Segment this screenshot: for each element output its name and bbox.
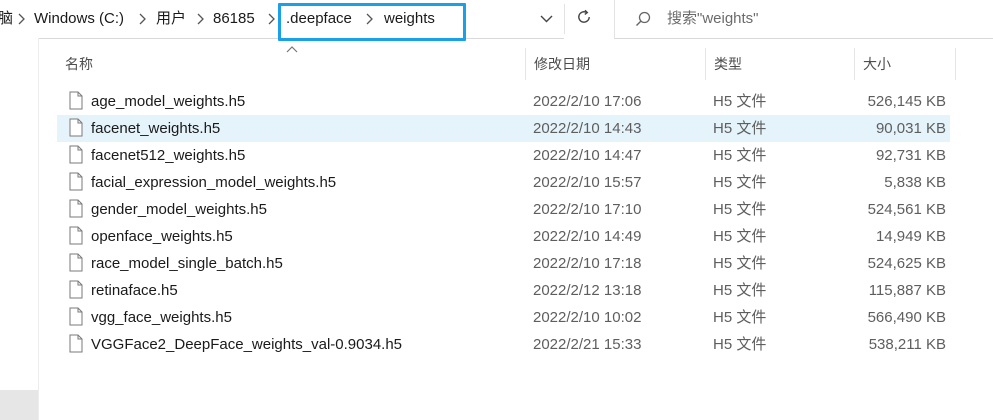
file-modified: 2022/2/12 13:18	[533, 282, 642, 299]
column-header-type[interactable]: 类型	[706, 48, 854, 80]
file-size: 538,211 KB	[868, 336, 946, 353]
chevron-right-icon[interactable]	[268, 0, 275, 38]
file-size: 14,949 KB	[875, 228, 946, 245]
file-type: H5 文件	[713, 174, 767, 191]
file-type: H5 文件	[713, 309, 767, 326]
file-size: 5,838 KB	[884, 174, 946, 191]
file-name: facenet512_weights.h5	[91, 147, 246, 164]
file-type: H5 文件	[713, 255, 767, 272]
breadcrumb-this-pc[interactable]: 脑	[0, 0, 13, 38]
file-row[interactable]: age_model_weights.h5 2022/2/10 17:06 H5 文件…	[57, 88, 950, 115]
file-icon	[69, 307, 83, 330]
file-modified: 2022/2/10 17:18	[533, 255, 642, 272]
file-row[interactable]: VGGFace2_DeepFace_weights_val-0.9034.h5 2…	[57, 331, 950, 358]
column-divider[interactable]	[955, 48, 956, 80]
search-icon	[635, 11, 651, 32]
file-name: race_model_single_batch.h5	[91, 255, 283, 272]
file-type: H5 文件	[713, 336, 767, 353]
file-type: H5 文件	[713, 120, 767, 137]
file-name: facenet_weights.h5	[91, 120, 221, 137]
file-size: 90,031 KB	[875, 120, 946, 137]
file-modified: 2022/2/21 15:33	[533, 336, 642, 353]
divider	[564, 4, 565, 34]
file-modified: 2022/2/10 15:57	[533, 174, 642, 191]
file-row[interactable]: facenet_weights.h5 2022/2/10 14:43 H5 文件 90…	[57, 115, 950, 142]
column-headers: 名称 修改日期 类型 大小	[40, 48, 993, 80]
file-size: 524,625 KB	[867, 255, 946, 272]
chevron-right-icon[interactable]	[18, 0, 25, 38]
file-size: 566,490 KB	[867, 309, 946, 326]
file-icon	[69, 172, 83, 195]
search-placeholder: 搜索"weights"	[667, 10, 759, 27]
file-icon	[69, 118, 83, 141]
file-row[interactable]: vgg_face_weights.h5 2022/2/10 10:02 H5 文件 5…	[57, 304, 950, 331]
file-name: openface_weights.h5	[91, 228, 233, 245]
file-row[interactable]: facenet512_weights.h5 2022/2/10 14:47 H5 文…	[57, 142, 950, 169]
refresh-icon	[576, 9, 592, 30]
file-row[interactable]: facial_expression_model_weights.h5 2022/2…	[57, 169, 950, 196]
annotation-highlight-box	[278, 3, 466, 41]
file-modified: 2022/2/10 14:43	[533, 120, 642, 137]
file-type: H5 文件	[713, 93, 767, 110]
file-name: VGGFace2_DeepFace_weights_val-0.9034.h5	[91, 336, 403, 353]
chevron-right-icon[interactable]	[197, 0, 204, 38]
file-icon	[69, 226, 83, 249]
file-modified: 2022/2/10 17:06	[533, 93, 642, 110]
file-size: 92,731 KB	[875, 147, 946, 164]
file-name: facial_expression_model_weights.h5	[91, 174, 337, 191]
file-modified: 2022/2/10 14:49	[533, 228, 642, 245]
file-type: H5 文件	[713, 282, 767, 299]
address-toolbar: 脑 Windows (C:) 用户 86185 .deepface weight…	[0, 0, 993, 39]
file-icon	[69, 253, 83, 276]
nav-item[interactable]	[0, 390, 38, 420]
file-row[interactable]: openface_weights.h5 2022/2/10 14:49 H5 文件 1…	[57, 223, 950, 250]
column-header-size[interactable]: 大小	[855, 48, 955, 80]
file-modified: 2022/2/10 14:47	[533, 147, 642, 164]
file-row[interactable]: gender_model_weights.h5 2022/2/10 17:10 H5…	[57, 196, 950, 223]
file-type: H5 文件	[713, 201, 767, 218]
file-icon	[69, 145, 83, 168]
breadcrumb-users[interactable]: 用户	[156, 0, 186, 38]
column-header-name[interactable]: 名称	[57, 48, 525, 80]
chevron-down-icon	[540, 10, 553, 28]
file-name: vgg_face_weights.h5	[91, 309, 232, 326]
file-icon	[69, 334, 83, 357]
search-input[interactable]: 搜索"weights"	[614, 0, 993, 39]
refresh-button[interactable]	[567, 4, 601, 34]
breadcrumb-windows-c[interactable]: Windows (C:)	[34, 0, 124, 38]
file-name: age_model_weights.h5	[91, 93, 246, 110]
file-type: H5 文件	[713, 147, 767, 164]
file-size: 524,561 KB	[867, 201, 946, 218]
file-row[interactable]: retinaface.h5 2022/2/12 13:18 H5 文件 115,887…	[57, 277, 950, 304]
breadcrumb-86185[interactable]: 86185	[213, 0, 255, 38]
file-icon	[69, 91, 83, 114]
file-name: gender_model_weights.h5	[91, 201, 267, 218]
file-name: retinaface.h5	[91, 282, 178, 299]
file-modified: 2022/2/10 10:02	[533, 309, 642, 326]
file-modified: 2022/2/10 17:10	[533, 201, 642, 218]
file-type: H5 文件	[713, 228, 767, 245]
file-size: 526,145 KB	[867, 93, 946, 110]
navigation-pane[interactable]	[0, 38, 39, 420]
address-history-button[interactable]	[531, 4, 561, 34]
file-icon	[69, 199, 83, 222]
file-icon	[69, 280, 83, 303]
chevron-right-icon[interactable]	[139, 0, 146, 38]
column-header-modified[interactable]: 修改日期	[526, 48, 705, 80]
file-row[interactable]: race_model_single_batch.h5 2022/2/10 17:1…	[57, 250, 950, 277]
file-size: 115,887 KB	[868, 282, 946, 299]
